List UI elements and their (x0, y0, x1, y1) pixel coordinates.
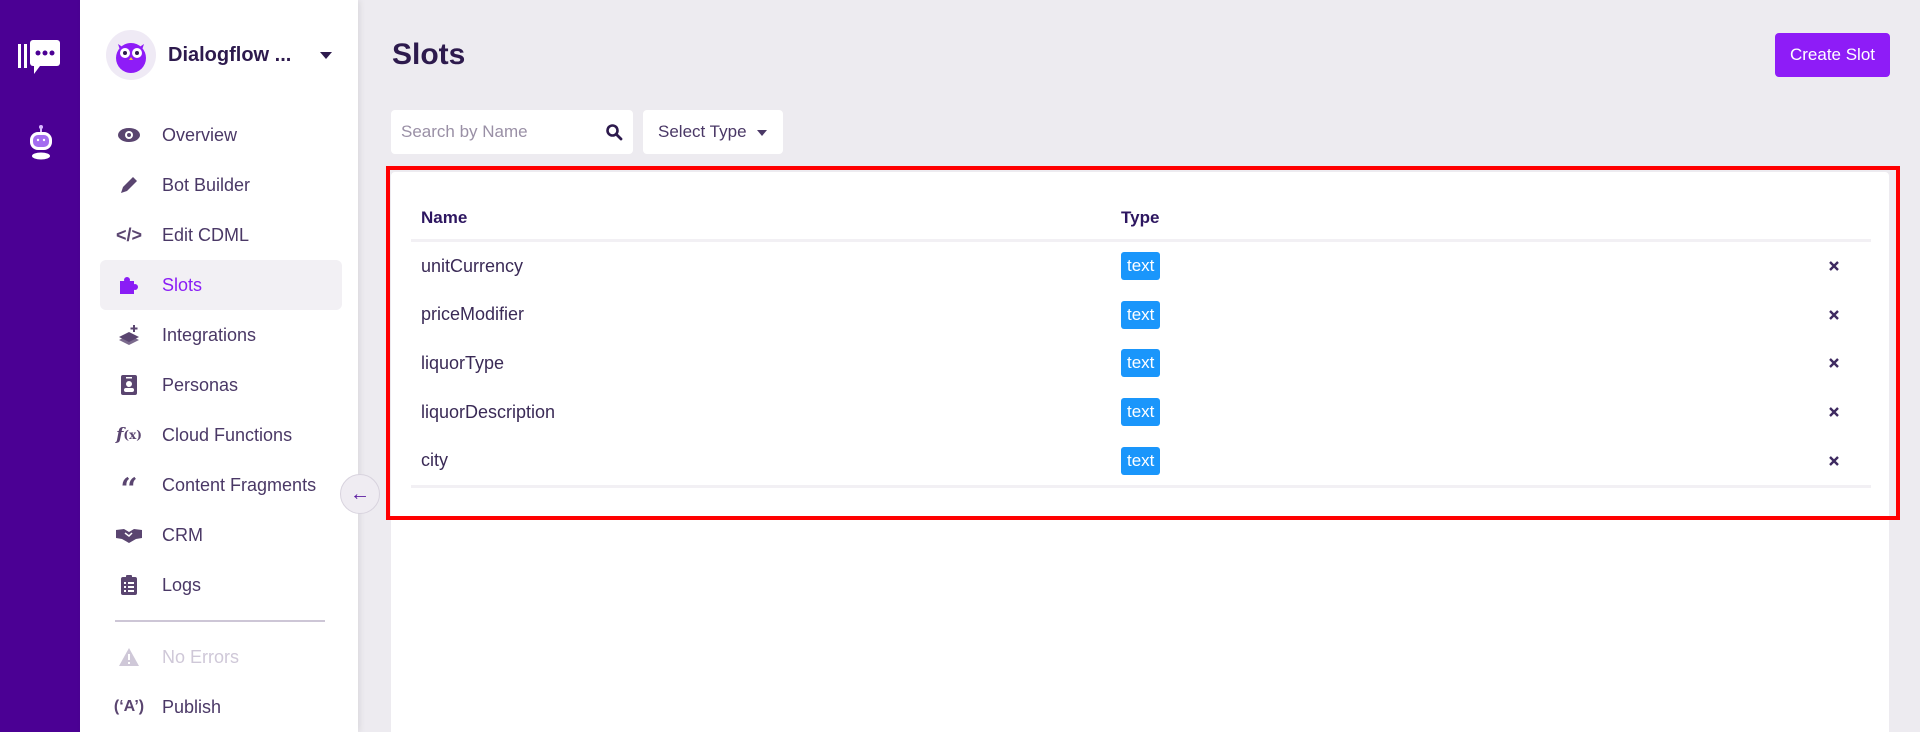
page-title: Slots (392, 38, 466, 71)
sidebar: Dialogflow ... Overview Bot Builder </> … (80, 0, 358, 732)
sidebar-item-label: No Errors (162, 646, 240, 667)
table-row[interactable]: city text (411, 436, 1871, 485)
owl-icon (116, 43, 146, 73)
sidebar-item-label: Integrations (162, 324, 257, 345)
table-row[interactable]: liquorType text (411, 339, 1871, 388)
search-icon[interactable] (605, 123, 623, 141)
column-header-name: Name (421, 207, 468, 227)
sidebar-item-crm[interactable]: CRM (100, 510, 342, 560)
sidebar-item-label: Slots (162, 274, 203, 295)
slots-table: Name Type unitCurrency text priceModifie… (411, 196, 1871, 488)
delete-icon[interactable] (1827, 259, 1841, 273)
type-select-value: Select Type (658, 122, 747, 141)
sidebar-item-label: Logs (162, 574, 202, 595)
sidebar-item-content-fragments[interactable]: “ Content Fragments (100, 460, 342, 510)
sidebar-item-bot-builder[interactable]: Bot Builder (100, 160, 342, 210)
project-switcher[interactable]: Dialogflow ... (106, 30, 346, 80)
collapse-sidebar-button[interactable]: ← (340, 474, 380, 514)
table-bottom-border (411, 484, 1871, 488)
table-row[interactable]: unitCurrency text (411, 242, 1871, 291)
sidebar-item-cloud-functions[interactable]: f (x) Cloud Functions (100, 410, 342, 460)
chat-logo-icon[interactable] (18, 38, 62, 78)
bot-avatar-icon[interactable] (26, 124, 56, 160)
handshake-icon (116, 524, 142, 546)
type-badge: text (1121, 398, 1161, 427)
type-badge: text (1121, 252, 1161, 281)
sidebar-item-personas[interactable]: Personas (100, 360, 342, 410)
table-row[interactable]: priceModifier text (411, 291, 1871, 340)
sidebar-item-no-errors: No Errors (100, 632, 342, 682)
sidebar-item-logs[interactable]: Logs (100, 560, 342, 610)
search-input[interactable] (391, 110, 591, 154)
delete-icon[interactable] (1827, 308, 1841, 322)
slot-name: liquorType (421, 352, 505, 373)
table-header: Name Type (411, 196, 1871, 242)
code-icon: </> (115, 224, 143, 245)
owl-avatar (106, 30, 156, 80)
pencil-icon (116, 174, 142, 196)
type-select[interactable]: Select Type (643, 110, 783, 154)
sidebar-divider (115, 620, 325, 622)
slot-name: priceModifier (421, 304, 525, 325)
delete-icon[interactable] (1827, 405, 1841, 419)
sidebar-item-label: Personas (162, 374, 239, 395)
delete-icon[interactable] (1827, 356, 1841, 370)
sidebar-item-label: Bot Builder (162, 174, 251, 195)
create-slot-button[interactable]: Create Slot (1775, 33, 1890, 77)
layers-plus-icon (116, 324, 142, 346)
slot-name: city (421, 450, 448, 471)
arrow-left-icon: ← (350, 482, 370, 505)
quote-icon: “ (120, 472, 138, 507)
sidebar-nav: Overview Bot Builder </> Edit CDML Slots… (100, 110, 342, 610)
type-badge: text (1121, 300, 1161, 329)
search-field (391, 110, 633, 154)
sidebar-item-label: Content Fragments (162, 474, 317, 495)
column-header-type: Type (1121, 207, 1160, 227)
function-icon: f (x) (116, 425, 142, 445)
clipboard-list-icon (116, 574, 142, 596)
app-rail (0, 0, 80, 732)
sidebar-item-publish[interactable]: (‘A’) Publish (100, 682, 342, 732)
table-row[interactable]: liquorDescription text (411, 388, 1871, 437)
eye-icon (116, 124, 142, 146)
slot-name: unitCurrency (421, 255, 524, 276)
type-badge: text (1121, 349, 1161, 378)
broadcast-icon: (‘A’) (113, 698, 145, 715)
sidebar-item-integrations[interactable]: Integrations (100, 310, 342, 360)
project-name: Dialogflow ... (168, 43, 292, 66)
sidebar-item-label: Cloud Functions (162, 424, 293, 445)
sidebar-item-label: Edit CDML (162, 224, 250, 245)
sidebar-item-label: CRM (162, 524, 203, 545)
sidebar-bottom-nav: No Errors (‘A’) Publish (100, 632, 342, 732)
id-badge-icon (116, 374, 142, 396)
chevron-down-icon (320, 52, 332, 59)
slot-name: liquorDescription (421, 401, 556, 422)
sidebar-item-slots[interactable]: Slots (100, 260, 342, 310)
sidebar-item-label: Overview (162, 124, 238, 145)
puzzle-icon (116, 274, 142, 296)
warning-icon (116, 646, 142, 668)
delete-icon[interactable] (1827, 454, 1841, 468)
sidebar-item-edit-cdml[interactable]: </> Edit CDML (100, 210, 342, 260)
caret-down-icon (757, 130, 767, 136)
type-badge: text (1121, 446, 1161, 475)
sidebar-item-overview[interactable]: Overview (100, 110, 342, 160)
sidebar-item-label: Publish (162, 696, 222, 717)
